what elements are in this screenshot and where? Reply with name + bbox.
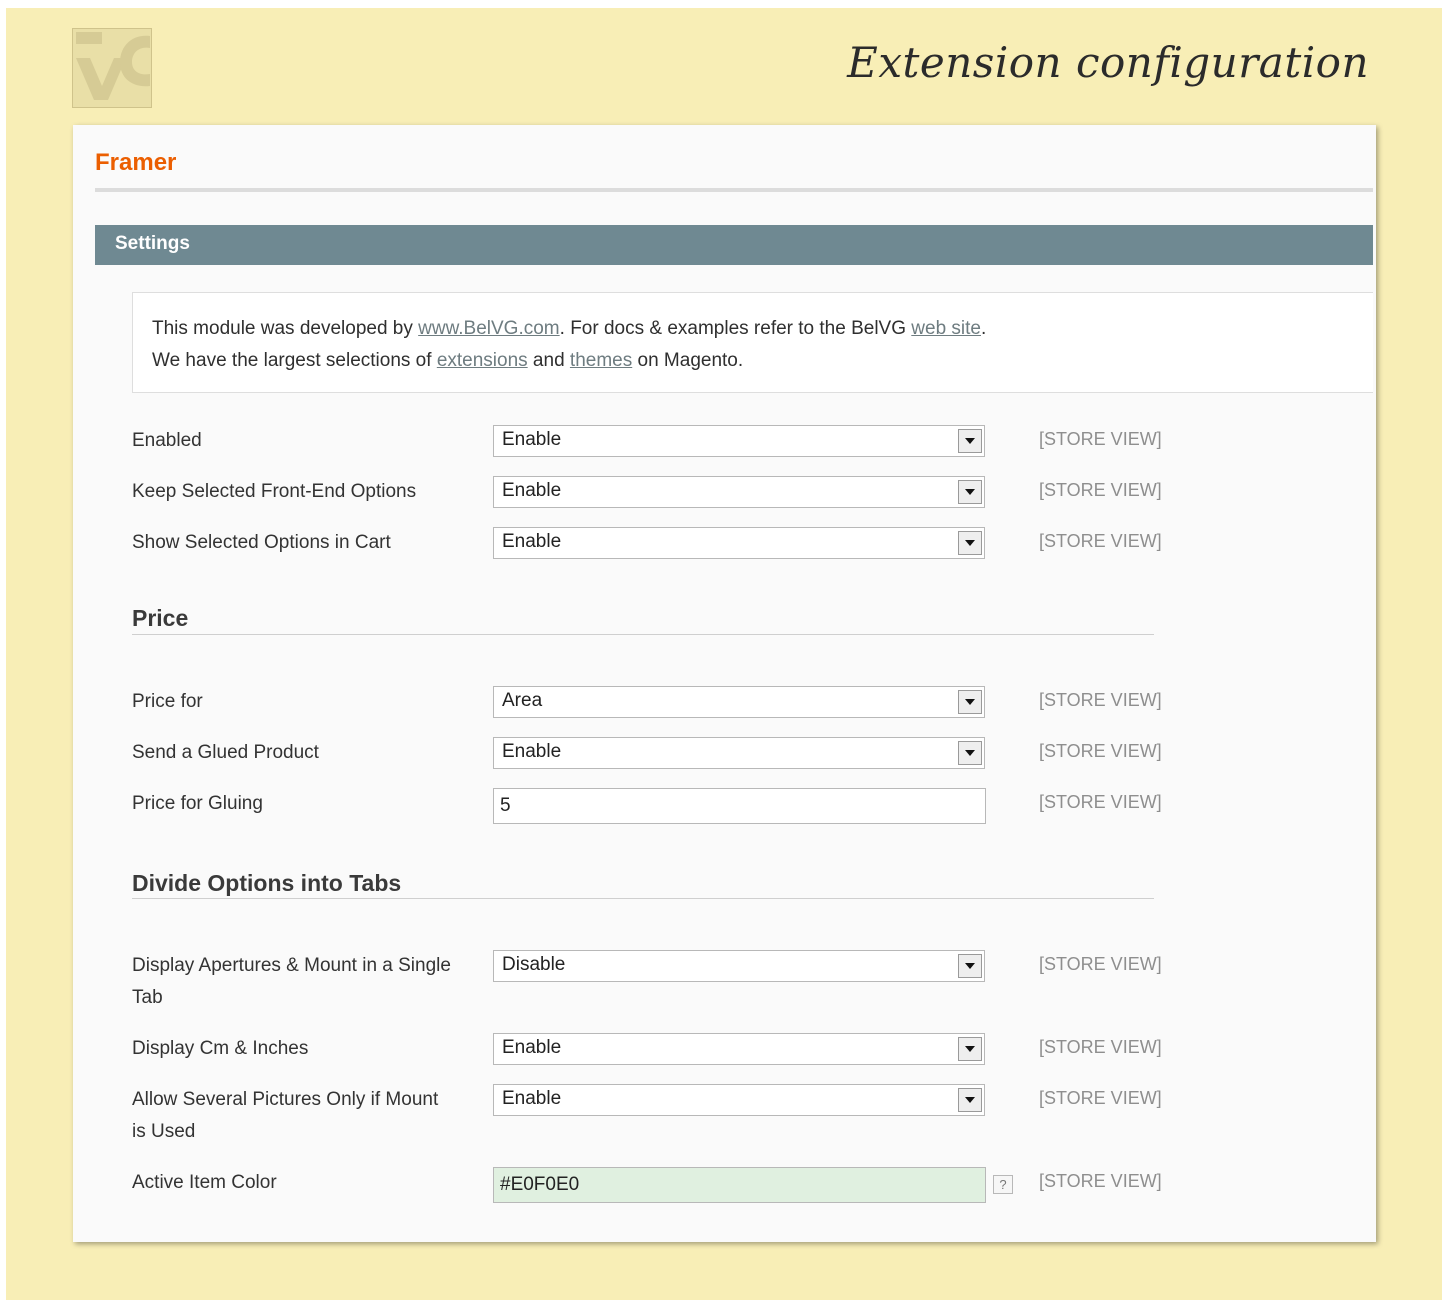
dropdown-arrow-icon[interactable] (958, 429, 982, 453)
settings-section-header[interactable]: Settings (95, 225, 1373, 265)
comment-text: We have the largest selections of (152, 350, 437, 371)
scope-label: [STORE VIEW] (1039, 792, 1162, 812)
tabs-group-divider (132, 898, 1154, 899)
belvg-logo (72, 28, 152, 108)
enabled-select[interactable]: Enable (493, 425, 985, 457)
select-value: Area (502, 690, 543, 711)
dropdown-arrow-icon[interactable] (958, 531, 982, 555)
field-label: Show Selected Options in Cart (132, 532, 391, 553)
dropdown-arrow-icon[interactable] (958, 480, 982, 504)
website-link[interactable]: web site (911, 318, 981, 339)
field-label: Enabled (132, 430, 202, 451)
select-value: Enable (502, 741, 562, 762)
single-tab-select[interactable]: Disable (493, 950, 985, 982)
dropdown-arrow-icon[interactable] (958, 954, 982, 978)
field-label: Display Cm & Inches (132, 1038, 309, 1059)
belvg-link[interactable]: www.BelVG.com (418, 318, 559, 339)
comment-line-1: This module was developed by www.BelVG.c… (152, 313, 1373, 345)
send-glued-select[interactable]: Enable (493, 737, 985, 769)
panel-title: Framer (95, 149, 177, 176)
comment-text: This module was developed by (152, 318, 419, 339)
field-label: Price for (132, 691, 203, 712)
keep-options-select[interactable]: Enable (493, 476, 985, 508)
field-label: Keep Selected Front-End Options (132, 481, 417, 502)
scope-label: [STORE VIEW] (1039, 954, 1162, 974)
comment-text: on Magento. (632, 350, 744, 371)
tabs-group-title: Divide Options into Tabs (132, 870, 402, 896)
field-label: Active Item Color (132, 1172, 277, 1193)
active-color-input[interactable]: #E0F0E0 (493, 1167, 986, 1203)
select-value: Disable (502, 954, 566, 975)
dropdown-arrow-icon[interactable] (958, 1088, 982, 1112)
field-label: Allow Several Pictures Only if Mount is … (132, 1089, 439, 1142)
comment-text: and (527, 350, 570, 371)
title-divider (95, 188, 1373, 192)
comment-text: . For docs & examples refer to the BelVG (559, 318, 912, 339)
scope-label: [STORE VIEW] (1039, 531, 1162, 551)
price-for-select[interactable]: Area (493, 686, 985, 718)
select-value: Enable (502, 1037, 562, 1058)
select-value: Enable (502, 480, 562, 501)
scope-label: [STORE VIEW] (1039, 1037, 1162, 1057)
select-value: Enable (502, 531, 562, 552)
developer-comment: This module was developed by www.BelVG.c… (132, 292, 1373, 393)
scope-label: [STORE VIEW] (1039, 690, 1162, 710)
select-value: Enable (502, 429, 562, 450)
dropdown-arrow-icon[interactable] (958, 690, 982, 714)
scope-label: [STORE VIEW] (1039, 741, 1162, 761)
price-gluing-input[interactable]: 5 (493, 788, 986, 824)
dropdown-arrow-icon[interactable] (958, 741, 982, 765)
dropdown-arrow-icon[interactable] (958, 1037, 982, 1061)
scope-label: [STORE VIEW] (1039, 480, 1162, 500)
price-group-divider (132, 634, 1154, 635)
help-icon[interactable]: ? (993, 1175, 1013, 1194)
select-value: Enable (502, 1088, 562, 1109)
field-label: Send a Glued Product (132, 742, 319, 763)
field-label: Price for Gluing (132, 793, 263, 814)
scope-label: [STORE VIEW] (1039, 429, 1162, 449)
comment-line-2: We have the largest selections of extens… (152, 345, 1373, 377)
field-label: Display Apertures & Mount in a Single Ta… (132, 955, 451, 1008)
show-in-cart-select[interactable]: Enable (493, 527, 985, 559)
config-panel: Framer Settings This module was develope… (73, 125, 1376, 1242)
page-heading: Extension configuration (847, 38, 1369, 87)
extensions-link[interactable]: extensions (437, 350, 528, 371)
scope-label: [STORE VIEW] (1039, 1171, 1162, 1191)
price-group-title: Price (132, 605, 189, 631)
comment-text: . (981, 318, 987, 339)
scope-label: [STORE VIEW] (1039, 1088, 1162, 1108)
themes-link[interactable]: themes (570, 350, 632, 371)
cm-inches-select[interactable]: Enable (493, 1033, 985, 1065)
several-pictures-select[interactable]: Enable (493, 1084, 985, 1116)
